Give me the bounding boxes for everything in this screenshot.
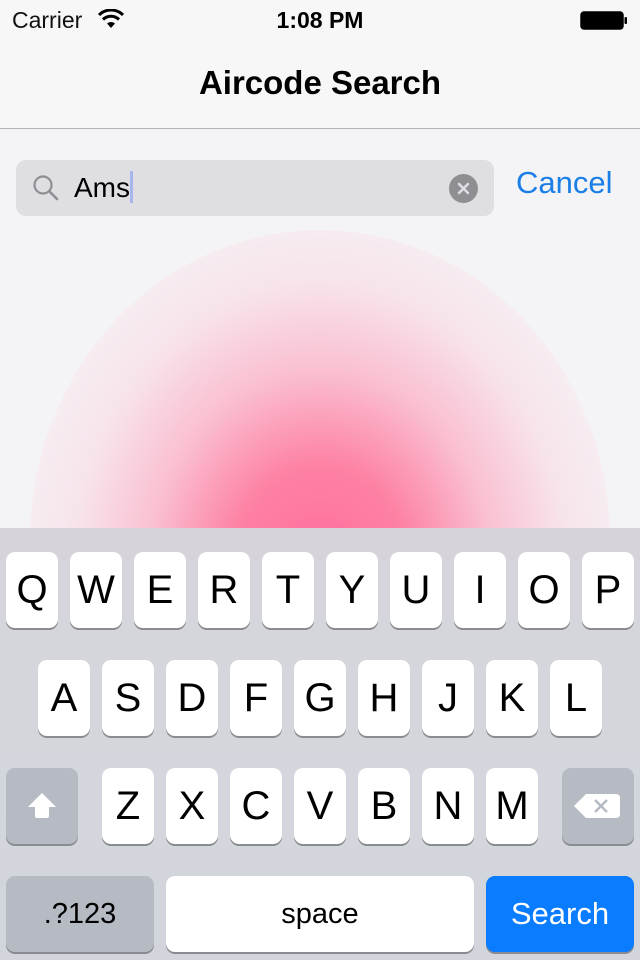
key-n[interactable]: N xyxy=(422,768,474,844)
key-v[interactable]: V xyxy=(294,768,346,844)
status-bar: Carrier 1:08 PM xyxy=(0,0,640,40)
clock: 1:08 PM xyxy=(276,7,364,33)
keyboard: Q W E R T Y U I O P A S D F G H J K L Z … xyxy=(0,528,640,960)
key-t[interactable]: T xyxy=(262,552,314,628)
search-input-value[interactable]: Ams xyxy=(74,171,133,205)
search-bar: Ams Cancel xyxy=(0,129,640,239)
key-c[interactable]: C xyxy=(230,768,282,844)
key-x[interactable]: X xyxy=(166,768,218,844)
key-y[interactable]: Y xyxy=(326,552,378,628)
key-s[interactable]: S xyxy=(102,660,154,736)
key-h[interactable]: H xyxy=(358,660,410,736)
search-key[interactable]: Search xyxy=(486,876,634,952)
key-o[interactable]: O xyxy=(518,552,570,628)
key-w[interactable]: W xyxy=(70,552,122,628)
text-caret xyxy=(130,171,133,203)
key-j[interactable]: J xyxy=(422,660,474,736)
key-d[interactable]: D xyxy=(166,660,218,736)
clear-button[interactable] xyxy=(449,174,478,203)
key-q[interactable]: Q xyxy=(6,552,58,628)
key-e[interactable]: E xyxy=(134,552,186,628)
page-title: Aircode Search xyxy=(198,64,442,101)
delete-key[interactable] xyxy=(562,768,634,844)
key-f[interactable]: F xyxy=(230,660,282,736)
space-key[interactable]: space xyxy=(166,876,474,952)
cancel-button[interactable]: Cancel xyxy=(516,165,613,201)
delete-icon xyxy=(574,794,620,818)
key-l[interactable]: L xyxy=(550,660,602,736)
key-r[interactable]: R xyxy=(198,552,250,628)
key-g[interactable]: G xyxy=(294,660,346,736)
key-m[interactable]: M xyxy=(486,768,538,844)
key-p[interactable]: P xyxy=(582,552,634,628)
battery-full-icon xyxy=(580,11,627,30)
navigation-bar: Aircode Search xyxy=(0,40,640,129)
key-k[interactable]: K xyxy=(486,660,538,736)
key-a[interactable]: A xyxy=(38,660,90,736)
key-u[interactable]: U xyxy=(390,552,442,628)
search-input[interactable]: Ams xyxy=(16,160,494,216)
shift-icon xyxy=(28,793,56,818)
key-b[interactable]: B xyxy=(358,768,410,844)
key-z[interactable]: Z xyxy=(102,768,154,844)
search-value-text: Ams xyxy=(74,172,130,203)
numbers-key[interactable]: .?123 xyxy=(6,876,154,952)
search-icon xyxy=(33,175,59,201)
shift-key[interactable] xyxy=(6,768,78,844)
key-i[interactable]: I xyxy=(454,552,506,628)
clear-icon xyxy=(457,182,470,195)
